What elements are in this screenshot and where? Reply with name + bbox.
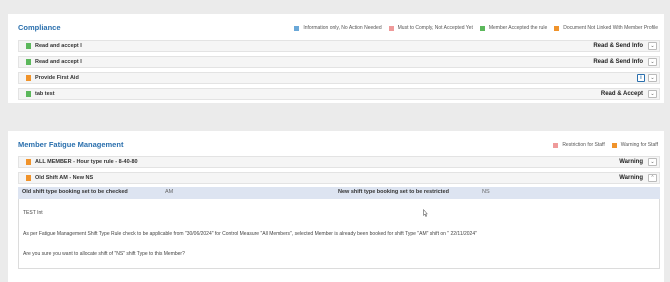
row-label: ALL MEMBER - Hour type rule - 8-40-80	[35, 159, 138, 165]
row-action-label[interactable]: Read & Send Info	[593, 43, 643, 49]
info-icon[interactable]: i	[637, 74, 645, 82]
compliance-row[interactable]: Read and accept I Read & Send Info ⌄	[18, 40, 660, 52]
legend-swatch-orange	[554, 25, 560, 31]
row-label: Old Shift AM - New NS	[35, 175, 94, 181]
fatigue-title: Member Fatigue Management	[18, 140, 124, 149]
detail-message: As per Fatigue Management Shift Type Rul…	[23, 231, 477, 237]
legend-item-warning: Warning for Staff	[611, 142, 658, 148]
status-tag	[26, 43, 31, 49]
fatigue-header: Member Fatigue Management Restriction fo…	[8, 131, 664, 157]
legend-label: Restriction for Staff	[562, 142, 605, 148]
chevron-down-icon[interactable]: ⌄	[648, 158, 657, 166]
new-shift-label: New shift type booking set to be restric…	[338, 189, 449, 195]
detail-line: TEST Int	[23, 210, 43, 216]
compliance-row[interactable]: Read and accept I Read & Send Info ⌄	[18, 56, 660, 68]
status-tag	[26, 59, 31, 65]
compliance-legend: Information only, No Action Needed Must …	[287, 25, 658, 31]
mouse-cursor-icon	[423, 209, 428, 217]
legend-swatch-red	[388, 25, 394, 31]
chevron-down-icon[interactable]: ⌄	[648, 42, 657, 50]
compliance-header: Compliance Information only, No Action N…	[8, 14, 664, 40]
shift-detail-body: TEST Int As per Fatigue Management Shift…	[18, 199, 660, 269]
legend-label: Warning for Staff	[620, 142, 658, 148]
row-label: Read and accept I	[35, 43, 82, 49]
legend-swatch-orange	[611, 142, 617, 148]
legend-item-accepted: Member Accepted the rule	[479, 25, 548, 31]
legend-label: Must to Comply, Not Accepted Yet	[397, 25, 473, 31]
status-tag	[26, 159, 31, 165]
fatigue-legend: Restriction for Staff Warning for Staff	[546, 142, 658, 148]
legend-swatch-blue	[294, 25, 300, 31]
legend-item-must-comply: Must to Comply, Not Accepted Yet	[388, 25, 473, 31]
fatigue-panel: Member Fatigue Management Restriction fo…	[8, 131, 664, 282]
legend-label: Member Accepted the rule	[488, 25, 548, 31]
chevron-up-icon[interactable]: ⌃	[648, 174, 657, 182]
detail-question: Are you sure you want to allocate shift …	[23, 251, 185, 257]
row-status-label: Warning	[619, 175, 643, 181]
compliance-row[interactable]: tab test Read & Accept ⌄	[18, 88, 660, 100]
row-label: Provide First Aid	[35, 75, 79, 81]
legend-label: Document Not Linked With Member Profile	[563, 25, 658, 31]
legend-item-restriction: Restriction for Staff	[553, 142, 605, 148]
new-shift-value: NS	[482, 189, 490, 195]
row-status-label: Warning	[619, 159, 643, 165]
row-action-label[interactable]: Read & Send Info	[593, 59, 643, 65]
legend-item-not-linked: Document Not Linked With Member Profile	[554, 25, 658, 31]
legend-item-info: Information only, No Action Needed	[294, 25, 382, 31]
shift-detail-header: Old shift type booking set to be checked…	[18, 187, 660, 199]
status-tag	[26, 91, 31, 97]
old-shift-value: AM	[165, 189, 174, 195]
status-tag	[26, 175, 31, 181]
row-label: tab test	[35, 91, 55, 97]
compliance-title: Compliance	[18, 23, 61, 32]
chevron-down-icon[interactable]: ⌄	[648, 74, 657, 82]
legend-swatch-red	[553, 142, 559, 148]
compliance-row[interactable]: Provide First Aid i ⌄	[18, 72, 660, 84]
fatigue-row-expanded[interactable]: Old Shift AM - New NS Warning ⌃	[18, 172, 660, 184]
old-shift-label: Old shift type booking set to be checked	[22, 189, 128, 195]
legend-swatch-green	[479, 25, 485, 31]
fatigue-row[interactable]: ALL MEMBER - Hour type rule - 8-40-80 Wa…	[18, 156, 660, 168]
status-tag	[26, 75, 31, 81]
compliance-panel: Compliance Information only, No Action N…	[8, 14, 664, 103]
row-label: Read and accept I	[35, 59, 82, 65]
chevron-down-icon[interactable]: ⌄	[648, 90, 657, 98]
legend-label: Information only, No Action Needed	[303, 25, 382, 31]
chevron-down-icon[interactable]: ⌄	[648, 58, 657, 66]
row-action-label[interactable]: Read & Accept	[601, 91, 643, 97]
